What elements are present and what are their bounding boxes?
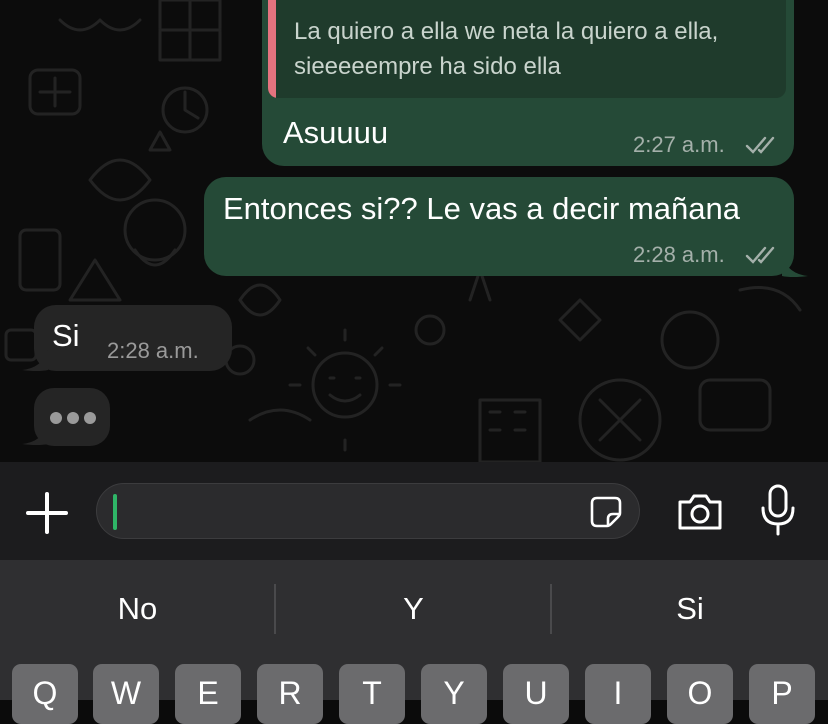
read-receipt-icon [745,136,775,154]
key-e[interactable]: E [175,664,241,724]
keyboard: No Y Si Q W E R T Y U I O P [0,560,828,724]
key-w[interactable]: W [93,664,159,724]
text-caret [113,494,117,530]
read-receipt-icon [745,246,775,264]
suggestion-item[interactable]: No [0,560,275,656]
chat-area[interactable]: La quiero a ella we neta la quiero a ell… [0,0,828,462]
key-q[interactable]: Q [12,664,78,724]
quoted-message-text: La quiero a ella we neta la quiero a ell… [294,18,719,80]
key-u[interactable]: U [503,664,569,724]
message-time: 2:27 a.m. [633,132,725,157]
typing-dot [50,412,62,424]
message-time: 2:28 a.m. [633,242,725,267]
suggestion-item[interactable]: Si [552,560,828,656]
message-composer [0,462,828,560]
message-time: 2:28 a.m. [107,338,199,363]
message-text: Entonces si?? Le vas a decir mañana [223,191,740,226]
quote-accent-bar [268,0,276,98]
bubble-tail [22,424,48,445]
typing-dot [84,412,96,424]
key-y[interactable]: Y [421,664,487,724]
message-text: Asuuuu [283,115,389,150]
bubble-tail [22,350,48,371]
bubble-tail [782,256,808,277]
plus-icon[interactable] [24,490,70,536]
typing-dot [67,412,79,424]
key-t[interactable]: T [339,664,405,724]
key-r[interactable]: R [257,664,323,724]
message-input[interactable] [96,483,640,539]
key-i[interactable]: I [585,664,651,724]
keyboard-row-1: Q W E R T Y U I O P [0,664,828,724]
suggestion-item[interactable]: Y [276,560,551,656]
sticker-icon[interactable] [589,495,623,529]
microphone-icon[interactable] [760,484,796,538]
quoted-message[interactable]: La quiero a ella we neta la quiero a ell… [268,0,786,98]
key-o[interactable]: O [667,664,733,724]
predictive-text-bar: No Y Si [0,560,828,656]
camera-icon[interactable] [676,492,724,532]
key-p[interactable]: P [749,664,815,724]
message-text: Si [52,318,80,353]
